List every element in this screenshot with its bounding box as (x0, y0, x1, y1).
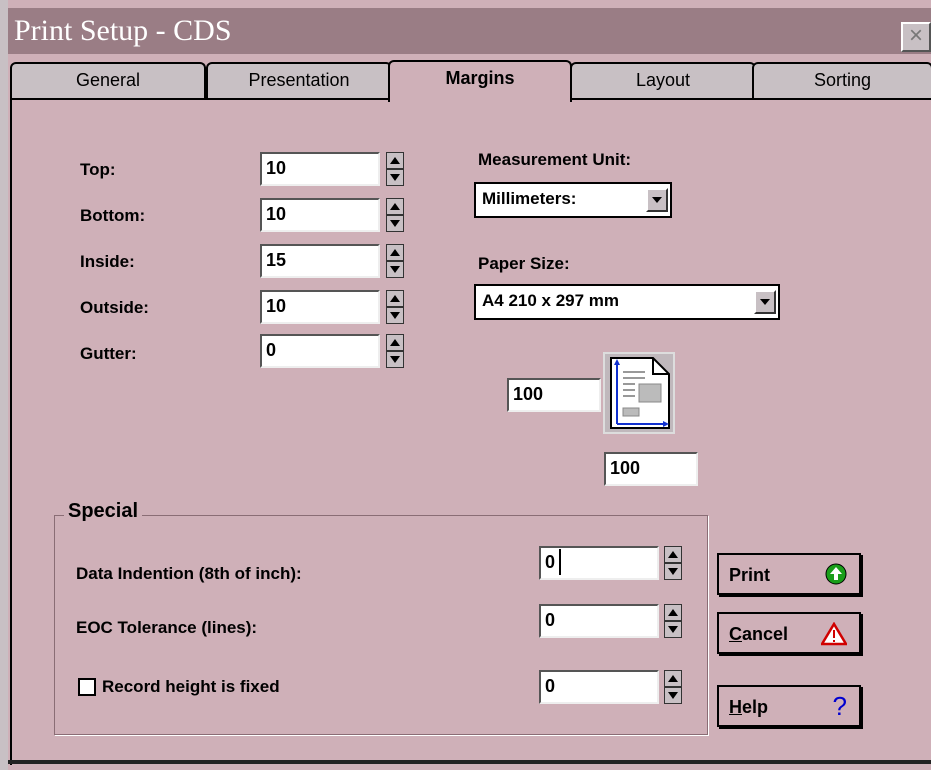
window-bottom-border (8, 760, 931, 764)
close-button[interactable]: × (901, 22, 931, 52)
title-bar[interactable]: Print Setup - CDS × (8, 8, 931, 54)
paper-height-input[interactable]: 100 (604, 452, 698, 486)
bottom-label: Bottom: (80, 206, 146, 225)
cancel-button-label: Cancel (729, 624, 789, 644)
spin-up-icon[interactable] (386, 290, 404, 307)
green-up-arrow-icon (825, 563, 847, 590)
record-height-input[interactable]: 0 (539, 670, 659, 704)
special-group-title: Special (64, 500, 143, 523)
measurement-unit-value: Millimeters: (482, 189, 577, 208)
record-height-spinner[interactable] (664, 670, 682, 704)
window-title: Print Setup - CDS (14, 14, 232, 47)
spin-down-icon[interactable] (664, 687, 682, 704)
spin-up-icon[interactable] (664, 670, 682, 687)
spin-down-icon[interactable] (386, 261, 404, 278)
data-indention-input[interactable]: 0 (539, 546, 659, 580)
spin-up-icon[interactable] (386, 334, 404, 351)
bottom-margin-spinner[interactable] (386, 198, 404, 232)
warning-triangle-icon (819, 621, 849, 651)
outside-margin-input[interactable]: 10 (260, 290, 380, 324)
print-setup-dialog: Print Setup - CDS × General Presentation… (0, 0, 931, 770)
help-button[interactable]: Help ? (717, 685, 861, 727)
spin-down-icon[interactable] (386, 215, 404, 232)
gutter-label: Gutter: (80, 344, 137, 363)
paper-size-select[interactable]: A4 210 x 297 mm (474, 284, 780, 320)
tab-sorting[interactable]: Sorting (752, 62, 931, 98)
outside-margin-spinner[interactable] (386, 290, 404, 324)
gutter-input[interactable]: 0 (260, 334, 380, 368)
window-border (0, 0, 8, 770)
spin-up-icon[interactable] (664, 604, 682, 621)
tab-margins[interactable]: Margins (388, 60, 572, 102)
gutter-spinner[interactable] (386, 334, 404, 368)
spin-down-icon[interactable] (386, 307, 404, 324)
tab-general[interactable]: General (10, 62, 206, 98)
spin-down-icon[interactable] (664, 621, 682, 638)
top-margin-input[interactable]: 10 (260, 152, 380, 186)
inside-margin-spinner[interactable] (386, 244, 404, 278)
top-margin-spinner[interactable] (386, 152, 404, 186)
question-mark-icon: ? (832, 691, 847, 721)
text-cursor (559, 549, 561, 575)
print-button[interactable]: Print (717, 553, 861, 595)
spin-up-icon[interactable] (386, 244, 404, 261)
page-layout-icon (603, 352, 675, 434)
cancel-button[interactable]: Cancel (717, 612, 861, 654)
help-button-label: Help (729, 697, 769, 717)
outside-label: Outside: (80, 298, 149, 317)
measurement-unit-select[interactable]: Millimeters: (474, 182, 672, 218)
eoc-tolerance-label: EOC Tolerance (lines): (76, 618, 258, 637)
paper-size-label: Paper Size: (478, 254, 570, 273)
eoc-tolerance-spinner[interactable] (664, 604, 682, 638)
paper-width-input[interactable]: 100 (507, 378, 601, 412)
record-height-label[interactable]: Record height is fixed (102, 677, 280, 697)
eoc-tolerance-input[interactable]: 0 (539, 604, 659, 638)
tab-strip: General Presentation Margins Layout Sort… (10, 60, 931, 102)
paper-size-value: A4 210 x 297 mm (482, 291, 620, 310)
measurement-unit-label: Measurement Unit: (478, 150, 632, 169)
close-icon: × (908, 22, 923, 49)
inside-margin-input[interactable]: 15 (260, 244, 380, 278)
spin-up-icon[interactable] (664, 546, 682, 563)
spin-up-icon[interactable] (386, 152, 404, 169)
spin-down-icon[interactable] (386, 351, 404, 368)
spin-down-icon[interactable] (386, 169, 404, 186)
inside-label: Inside: (80, 252, 135, 271)
spin-up-icon[interactable] (386, 198, 404, 215)
tab-layout[interactable]: Layout (570, 62, 756, 98)
data-indention-label: Data Indention (8th of inch): (76, 564, 302, 583)
bottom-margin-input[interactable]: 10 (260, 198, 380, 232)
data-indention-spinner[interactable] (664, 546, 682, 580)
page-preview-icon (610, 357, 670, 429)
spin-down-icon[interactable] (664, 563, 682, 580)
tab-presentation[interactable]: Presentation (206, 62, 392, 98)
chevron-down-icon[interactable] (646, 188, 668, 212)
top-label: Top: (80, 160, 116, 179)
print-button-label: Print (729, 565, 771, 585)
chevron-down-icon[interactable] (754, 290, 776, 314)
record-height-checkbox[interactable] (78, 678, 96, 696)
